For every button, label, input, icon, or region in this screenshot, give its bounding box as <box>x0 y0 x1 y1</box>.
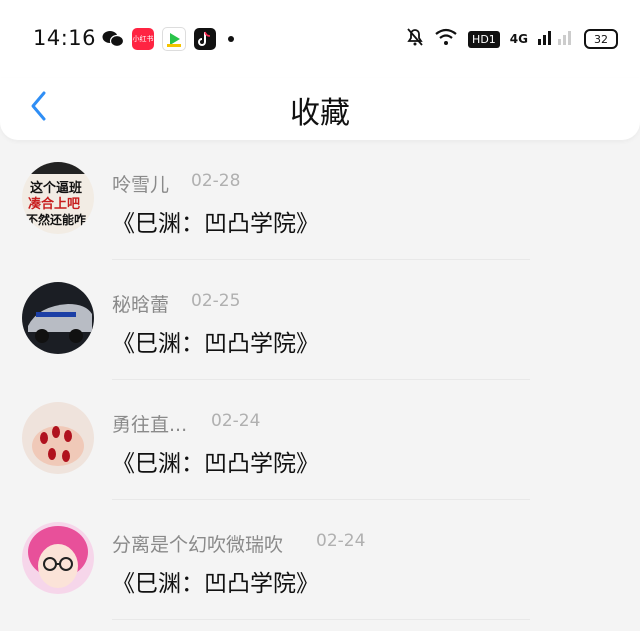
douyin-icon <box>194 28 216 50</box>
book-title[interactable]: 《巳渊：凹凸学院》 <box>112 324 319 358</box>
status-bar: 14:16 小红书 HD1 4G 32 <box>0 0 640 78</box>
nav-bar: 收藏 <box>0 78 640 140</box>
hd-badge: HD1 <box>468 30 500 48</box>
username[interactable]: 勇往直... <box>112 410 187 437</box>
book-title[interactable]: 《巳渊：凹凸学院》 <box>112 564 319 598</box>
date: 02-24 <box>316 531 366 551</box>
list-item[interactable]: 分离是个幻吹微瑞吹 02-24 《巳渊：凹凸学院》 <box>0 500 640 620</box>
avatar[interactable]: 这个逼班 凑合上吧 不然还能咋 <box>22 162 94 234</box>
svg-text:不然还能咋: 不然还能咋 <box>26 212 86 227</box>
book-title[interactable]: 《巳渊：凹凸学院》 <box>112 444 319 478</box>
avatar[interactable] <box>22 522 94 594</box>
avatar[interactable] <box>22 402 94 474</box>
date: 02-28 <box>191 171 241 191</box>
status-time: 14:16 <box>33 26 97 50</box>
date: 02-25 <box>191 291 241 311</box>
wifi-icon <box>434 28 458 50</box>
notification-icons: 小红书 <box>102 27 234 51</box>
battery-indicator: 32 <box>584 29 618 49</box>
svg-text:这个逼班: 这个逼班 <box>30 180 82 196</box>
xiaohongshu-icon: 小红书 <box>132 28 154 50</box>
svg-text:凑合上吧: 凑合上吧 <box>28 196 80 212</box>
system-status: HD1 4G 32 <box>406 27 618 51</box>
list-item[interactable]: 这个逼班 凑合上吧 不然还能咋 呤雪儿 02-28 《巳渊：凹凸学院》 <box>0 140 640 260</box>
iqiyi-icon <box>162 27 186 51</box>
list-item[interactable]: 勇往直... 02-24 《巳渊：凹凸学院》 <box>0 380 640 500</box>
xiaohongshu-label: 小红书 <box>132 35 154 43</box>
mute-bell-icon <box>406 27 424 51</box>
book-title[interactable]: 《巳渊：凹凸学院》 <box>112 204 319 238</box>
more-notifications-dot-icon <box>228 36 234 42</box>
date: 02-24 <box>211 411 261 431</box>
favorites-list: 这个逼班 凑合上吧 不然还能咋 呤雪儿 02-28 《巳渊：凹凸学院》 秘晗蕾 … <box>0 140 640 620</box>
username[interactable]: 分离是个幻吹微瑞吹 <box>112 530 283 557</box>
signal-icon <box>538 27 574 51</box>
wechat-icon <box>102 28 124 50</box>
page-title: 收藏 <box>290 96 350 131</box>
network-type: 4G <box>509 32 528 46</box>
username[interactable]: 呤雪儿 <box>112 170 169 197</box>
divider <box>112 619 530 620</box>
avatar[interactable] <box>22 282 94 354</box>
list-item[interactable]: 秘晗蕾 02-25 《巳渊：凹凸学院》 <box>0 260 640 380</box>
username[interactable]: 秘晗蕾 <box>112 290 169 317</box>
